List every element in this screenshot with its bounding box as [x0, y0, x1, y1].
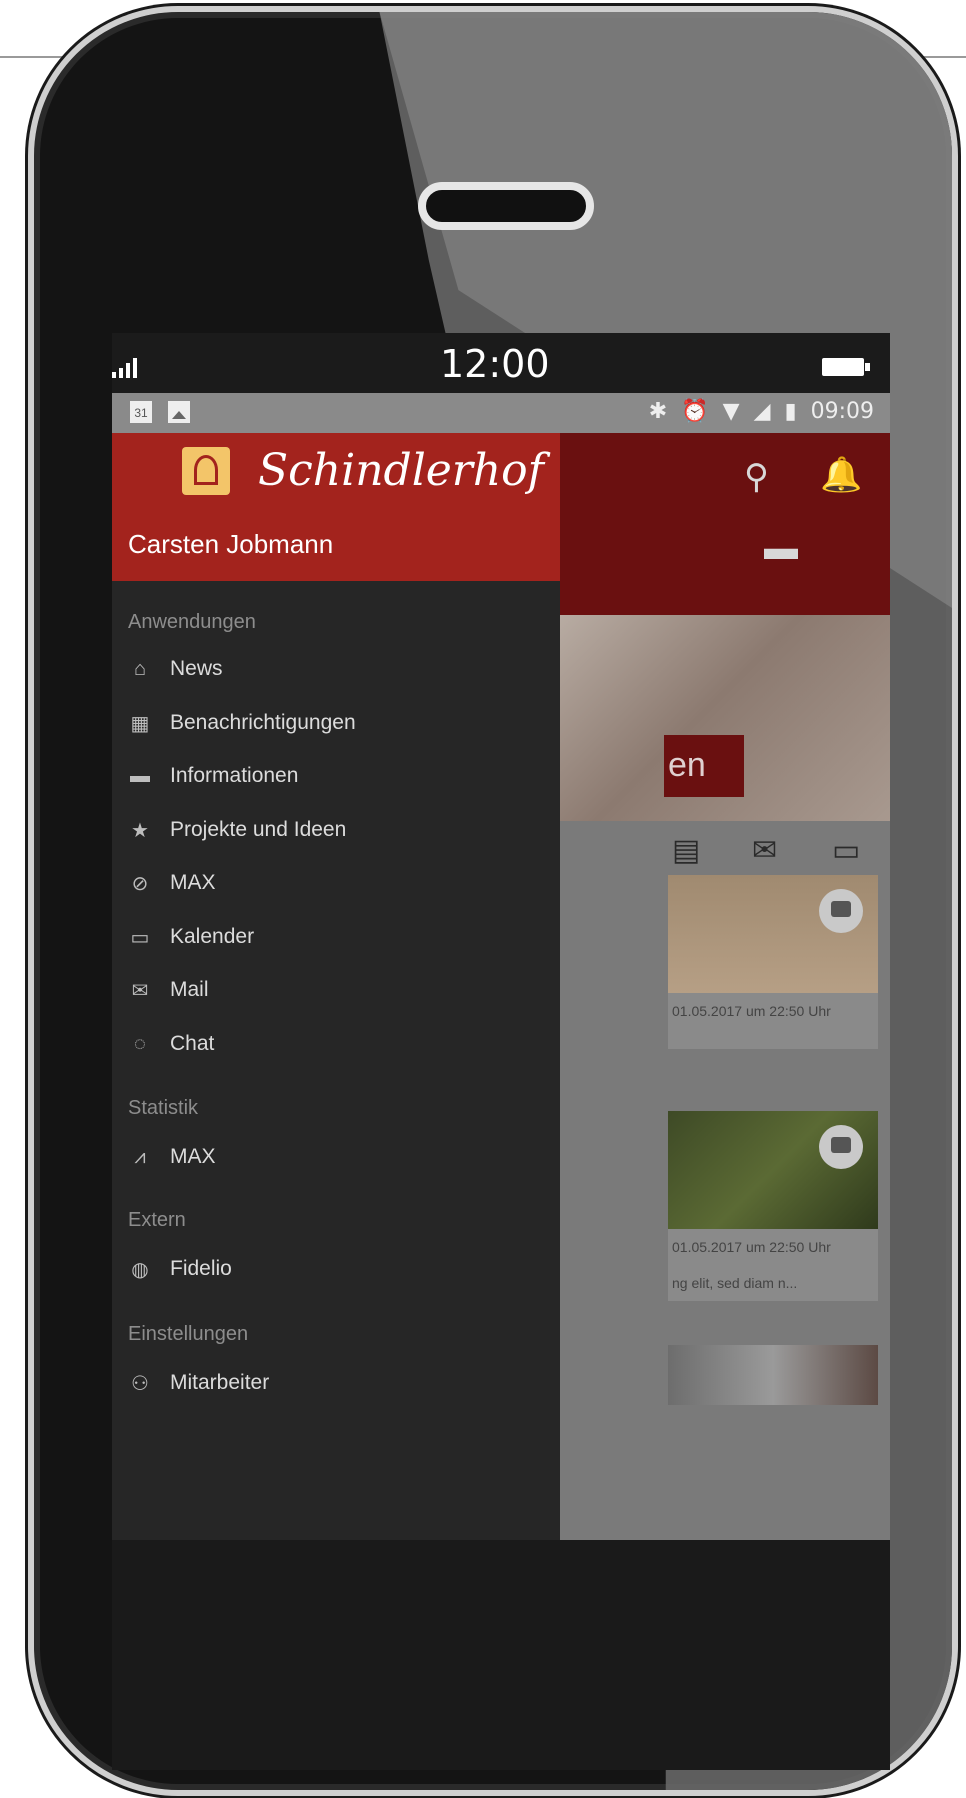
mail-action-icon[interactable]: ✉: [752, 833, 784, 867]
card-snippet: [668, 1029, 878, 1049]
image-notification-icon: [168, 401, 190, 423]
bluetooth-icon: ✱: [648, 399, 668, 424]
phone-time: 12:00: [440, 342, 550, 386]
bell-icon[interactable]: 🔔: [820, 455, 862, 495]
drawer-item-label: Mitarbeiter: [170, 1371, 270, 1394]
calendar-action-icon[interactable]: ▤: [672, 833, 704, 867]
brand-logo-text: Schindlerhof: [258, 445, 544, 496]
drawer-item-informationen[interactable]: ▬ Informationen: [128, 754, 548, 798]
wifi-icon: ▼: [722, 399, 740, 424]
search-icon[interactable]: ⚲: [744, 457, 769, 497]
section-title-extern: Extern: [128, 1209, 186, 1231]
logo-icon: [182, 447, 230, 495]
mail-icon: ✉: [131, 979, 149, 1002]
android-status-bar: 31 ✱ ⏰ ▼ ◢ ▮ 09:09: [112, 393, 890, 433]
screen: 31 ✱ ⏰ ▼ ◢ ▮ 09:09 ⚲ 🔔 ▬ en ▤ ✉ ▭ 01.05.…: [112, 393, 890, 1540]
action-row: ▤ ✉ ▭: [672, 833, 864, 867]
home-icon: ⌂: [133, 657, 147, 680]
battery-status-icon: ▮: [784, 399, 797, 424]
drawer-item-label: MAX: [170, 871, 216, 894]
drawer-item-benachrichtigungen[interactable]: ▦ Benachrichtigungen: [128, 701, 548, 745]
folder-tab-icon[interactable]: ▬: [764, 529, 798, 568]
drawer-item-mitarbeiter[interactable]: ⚇ Mitarbeiter: [128, 1361, 548, 1405]
drawer-item-max[interactable]: ⊘ MAX: [128, 861, 548, 905]
globe-icon: ◍: [131, 1258, 149, 1281]
card-meta: 01.05.2017 um 22:50 Uhr: [672, 1239, 831, 1255]
drawer-header: Schindlerhof Carsten Jobmann: [112, 433, 560, 581]
user-name: Carsten Jobmann: [128, 529, 334, 559]
notifications-icon: ▦: [130, 712, 150, 735]
section-title-einstellungen: Einstellungen: [128, 1323, 249, 1345]
drawer-item-news[interactable]: ⌂ News: [128, 647, 548, 691]
signal-icon: [112, 356, 137, 378]
drawer-item-projekte[interactable]: ★ Projekte und Ideen: [128, 808, 548, 852]
news-card[interactable]: [668, 1345, 878, 1405]
navigation-drawer: Schindlerhof Carsten Jobmann Anwendungen…: [112, 433, 560, 1540]
calendar-notification-icon: 31: [130, 401, 152, 423]
card-chat-icon[interactable]: [819, 889, 863, 933]
drawer-item-label: MAX: [170, 1145, 216, 1168]
section-title-anwendungen: Anwendungen: [128, 611, 256, 633]
drawer-item-label: Projekte und Ideen: [170, 818, 347, 841]
card-chat-icon[interactable]: [819, 1125, 863, 1169]
star-icon: ★: [131, 819, 149, 842]
drawer-item-kalender[interactable]: ▭ Kalender: [128, 915, 548, 959]
drawer-item-fidelio[interactable]: ◍ Fidelio: [128, 1247, 548, 1291]
phone-chin: [112, 1540, 890, 1770]
drawer-item-chat[interactable]: ◌ Chat: [128, 1022, 548, 1066]
chat-action-icon[interactable]: ▭: [832, 833, 864, 867]
card-snippet: ng elit, sed diam n...: [672, 1275, 798, 1291]
card-meta: 01.05.2017 um 22:50 Uhr: [672, 1003, 831, 1019]
calendar-icon: ▭: [130, 926, 150, 949]
phone-speaker: [418, 182, 594, 230]
drawer-item-label: Mail: [170, 978, 209, 1001]
drawer-item-label: Benachrichtigungen: [170, 711, 356, 734]
battery-icon: [822, 358, 870, 376]
check-circle-icon: ⊘: [131, 872, 149, 895]
chat-icon: ◌: [134, 1032, 146, 1055]
cell-signal-icon: ◢: [753, 399, 771, 424]
drawer-item-label: Chat: [170, 1032, 215, 1055]
photo-caption: en: [664, 735, 744, 797]
drawer-item-label: Informationen: [170, 764, 299, 787]
folder-icon: ▬: [130, 764, 150, 787]
drawer-item-label: News: [170, 657, 223, 680]
android-time: 09:09: [810, 399, 874, 424]
drawer-item-label: Kalender: [170, 925, 255, 948]
drawer-item-mail[interactable]: ✉ Mail: [128, 968, 548, 1012]
drawer-item-label: Fidelio: [170, 1257, 232, 1280]
drawer-item-max-statistik[interactable]: ⩘ MAX: [128, 1135, 548, 1179]
people-icon: ⚇: [131, 1372, 149, 1395]
alarm-icon: ⏰: [681, 399, 709, 424]
section-title-statistik: Statistik: [128, 1097, 199, 1119]
chart-icon: ⩘: [134, 1145, 146, 1168]
